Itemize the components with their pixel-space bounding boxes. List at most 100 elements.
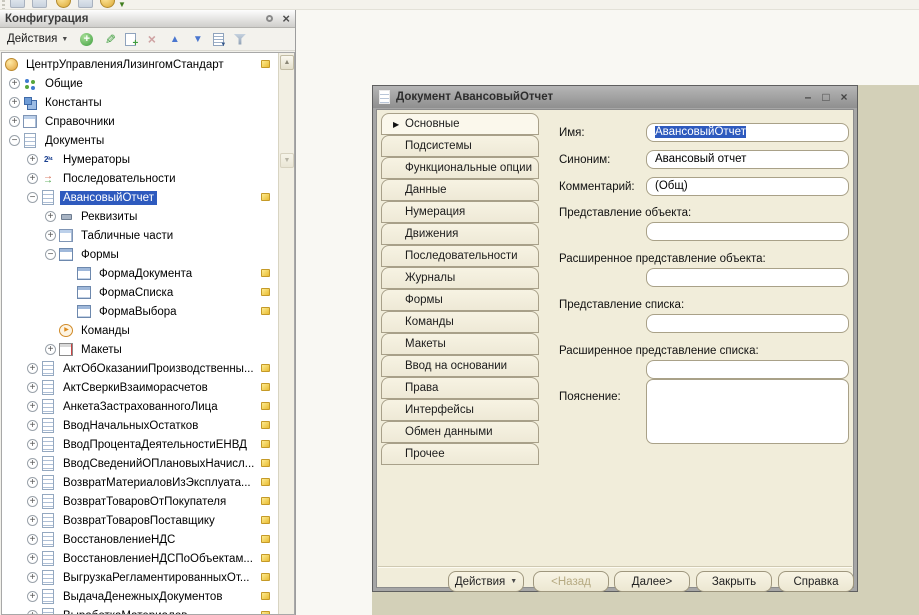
tree-expander-icon[interactable]: + [27, 477, 38, 488]
edit-icon[interactable] [102, 32, 117, 47]
globe-icon[interactable] [56, 0, 71, 8]
tab-нумерация[interactable]: Нумерация [381, 201, 539, 223]
tree-expander-icon[interactable]: + [27, 610, 38, 614]
tree-expander-icon[interactable]: + [27, 401, 38, 412]
tree-item[interactable]: + Справочники [2, 112, 278, 131]
tab-ввод-на-основании[interactable]: Ввод на основании [381, 355, 539, 377]
tab-основные[interactable]: ▶ Основные [381, 113, 539, 135]
extended-object-presentation-field[interactable] [646, 268, 849, 287]
tab-движения[interactable]: Движения [381, 223, 539, 245]
list-presentation-field[interactable] [646, 314, 849, 333]
scroll-down-icon[interactable]: ▼ [280, 153, 294, 168]
tree-item[interactable]: − Документы [2, 131, 278, 150]
tree-item[interactable]: + ВыдачаДенежныхДокументов [2, 587, 278, 606]
dialog-actions-button[interactable]: Действия ▼ [448, 571, 524, 592]
tree-item[interactable]: + ВозвратМатериаловИзЭксплуата... [2, 473, 278, 492]
tree-expander-icon[interactable]: + [27, 458, 38, 469]
scroll-up-icon[interactable]: ▲ [280, 55, 294, 70]
name-field[interactable]: АвансовыйОтчет [646, 123, 849, 142]
help-button[interactable]: Справка [778, 571, 854, 592]
tree-item[interactable]: + Общие [2, 74, 278, 93]
close-button[interactable]: × [837, 91, 851, 103]
tab-обмен-данными[interactable]: Обмен данными [381, 421, 539, 443]
tab-журналы[interactable]: Журналы [381, 267, 539, 289]
extended-list-presentation-field[interactable] [646, 360, 849, 379]
tree-expander-icon[interactable]: + [45, 230, 56, 241]
tree-item[interactable]: ФормаДокумента [2, 264, 278, 283]
add-icon[interactable] [79, 32, 94, 47]
tab-прочее[interactable]: Прочее [381, 443, 539, 465]
close-button-footer[interactable]: Закрыть [696, 571, 772, 592]
move-up-icon[interactable] [167, 32, 182, 47]
tree-item[interactable]: + АктСверкиВзаиморасчетов [2, 378, 278, 397]
tab-последовательности[interactable]: Последовательности [381, 245, 539, 267]
tree-item[interactable]: + Табличные части [2, 226, 278, 245]
tree-item[interactable]: − Формы [2, 245, 278, 264]
report-icon[interactable] [78, 0, 93, 8]
tree-expander-icon[interactable]: + [27, 515, 38, 526]
tree-item[interactable]: + ВосстановлениеНДС [2, 530, 278, 549]
tree-expander-icon[interactable]: + [27, 363, 38, 374]
tree-item[interactable]: ФормаСписка [2, 283, 278, 302]
tree-expander-icon[interactable]: + [27, 154, 38, 165]
move-down-icon[interactable] [190, 32, 205, 47]
dropdown-arrow-icon[interactable]: ▼ [118, 0, 133, 9]
tree-item[interactable]: + Константы [2, 93, 278, 112]
tree-expander-icon[interactable]: + [27, 553, 38, 564]
tab-команды[interactable]: Команды [381, 311, 539, 333]
object-presentation-field[interactable] [646, 222, 849, 241]
tree-expander-icon[interactable]: + [27, 534, 38, 545]
tree-expander-icon[interactable]: − [45, 249, 56, 260]
maximize-button[interactable]: □ [819, 91, 833, 103]
tab-данные[interactable]: Данные [381, 179, 539, 201]
tree-item[interactable]: + ВводПроцентаДеятельностиЕНВД [2, 435, 278, 454]
tab-интерфейсы[interactable]: Интерфейсы [381, 399, 539, 421]
tree-item[interactable]: + ВводСведенийОПлановыхНачисл... [2, 454, 278, 473]
explanation-field[interactable] [646, 379, 849, 444]
start-debug-icon[interactable] [100, 0, 115, 8]
panels-icon[interactable] [32, 0, 47, 8]
tree-item[interactable]: + АктОбОказанииПроизводственны... [2, 359, 278, 378]
tree-expander-icon[interactable]: + [27, 496, 38, 507]
tree-item[interactable]: ФормаВыбора [2, 302, 278, 321]
tree-expander-icon[interactable]: + [9, 116, 20, 127]
tree-scrollbar[interactable]: ▲ ▼ [278, 53, 294, 614]
tab-формы[interactable]: Формы [381, 289, 539, 311]
tree-item[interactable]: + АнкетаЗастрахованногоЛица [2, 397, 278, 416]
tree-expander-icon[interactable]: − [9, 135, 20, 146]
tree-item[interactable]: + Макеты [2, 340, 278, 359]
dialog-titlebar[interactable]: Документ АвансовыйОтчет – □ × [373, 86, 857, 108]
tree-item[interactable]: + ВыгрузкаРегламентированныхОт... [2, 568, 278, 587]
window-icon[interactable] [10, 0, 25, 8]
tree-item[interactable]: + Нумераторы [2, 150, 278, 169]
tree-item[interactable]: + ВосстановлениеНДСПоОбъектам... [2, 549, 278, 568]
minimize-button[interactable]: – [801, 91, 815, 103]
tree-item[interactable]: ЦентрУправленияЛизингомСтандарт [2, 55, 278, 74]
filter-icon[interactable] [232, 32, 247, 47]
tree-expander-icon[interactable]: + [45, 344, 56, 355]
tree-expander-icon[interactable]: + [27, 591, 38, 602]
tree-item[interactable]: + Последовательности [2, 169, 278, 188]
tree-expander-icon[interactable]: + [27, 439, 38, 450]
comment-field[interactable]: (Общ) [646, 177, 849, 196]
tab-права[interactable]: Права [381, 377, 539, 399]
pin-icon[interactable] [266, 15, 274, 22]
tree-expander-icon[interactable]: + [27, 173, 38, 184]
tree-item[interactable]: + ВозвратТоваровПоставщику [2, 511, 278, 530]
tree-item[interactable]: + ВозвратТоваровОтПокупателя [2, 492, 278, 511]
tree-item[interactable]: Команды [2, 321, 278, 340]
tree-expander-icon[interactable]: + [9, 78, 20, 89]
tree-item[interactable]: − АвансовыйОтчет [2, 188, 278, 207]
tree-expander-icon[interactable]: + [9, 97, 20, 108]
tree-expander-icon[interactable]: + [27, 420, 38, 431]
tree-expander-icon[interactable]: + [27, 382, 38, 393]
tab-функциональные-опции[interactable]: Функциональные опции [381, 157, 539, 179]
tree-item[interactable]: + ВыработкаМатериалов [2, 606, 278, 614]
tab-подсистемы[interactable]: Подсистемы [381, 135, 539, 157]
list-icon[interactable] [213, 32, 226, 48]
tree-item[interactable]: + ВводНачальныхОстатков [2, 416, 278, 435]
tree-item[interactable]: + Реквизиты [2, 207, 278, 226]
tree-expander-icon[interactable]: + [27, 572, 38, 583]
panel-close-icon[interactable]: × [282, 12, 290, 25]
tab-макеты[interactable]: Макеты [381, 333, 539, 355]
